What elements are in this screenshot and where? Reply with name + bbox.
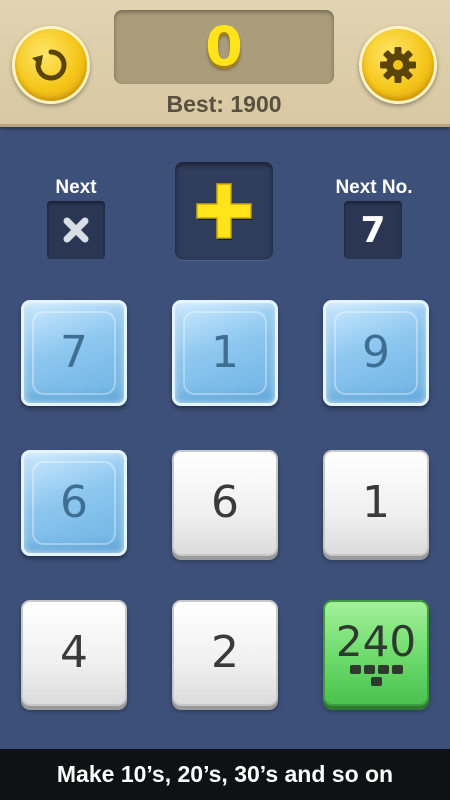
tile-ice[interactable]: 6	[21, 450, 127, 556]
tile-number[interactable]: 1	[323, 450, 429, 556]
tile-value: 9	[362, 327, 390, 378]
tile-value: 6	[211, 477, 239, 528]
tile-progress-dots	[349, 664, 403, 686]
top-bar: 0 Best: 1900	[0, 0, 450, 127]
score-value: 0	[205, 15, 243, 78]
tile-number[interactable]: 6	[172, 450, 278, 556]
settings-button[interactable]	[359, 26, 437, 104]
progress-dot	[370, 676, 382, 686]
tile-number[interactable]: 4	[21, 600, 127, 706]
restart-icon	[32, 49, 67, 81]
tile-value: 240	[335, 616, 417, 666]
current-operator-box	[175, 162, 273, 260]
gear-icon	[380, 47, 416, 83]
next-operator-label: Next	[55, 177, 97, 198]
tile-value: 1	[362, 477, 390, 528]
next-number-label: Next No.	[335, 177, 413, 198]
progress-dot	[363, 664, 375, 674]
tile-ice[interactable]: 7	[21, 300, 127, 406]
restart-button[interactable]	[12, 26, 90, 104]
tile-number[interactable]: 2	[172, 600, 278, 706]
tile-ice[interactable]: 9	[323, 300, 429, 406]
tile-green-target[interactable]: 240	[323, 600, 429, 706]
next-number-value: 7	[360, 209, 386, 251]
plus-icon	[196, 183, 252, 240]
progress-dot	[377, 664, 389, 674]
tile-value: 4	[60, 627, 88, 678]
best-score: Best: 1900	[166, 91, 282, 117]
tile-value: 1	[211, 327, 239, 378]
next-number-box: 7	[344, 201, 402, 259]
tile-value: 6	[60, 477, 88, 528]
tile-value: 2	[211, 627, 239, 678]
progress-dot	[391, 664, 403, 674]
next-operator-box	[47, 201, 105, 259]
tile-ice[interactable]: 1	[172, 300, 278, 406]
hint-text: Make 10’s, 20’s, 30’s and so on	[56, 761, 394, 787]
tile-value: 7	[60, 327, 88, 378]
multiply-icon	[63, 217, 89, 243]
hint-banner: Make 10’s, 20’s, 30’s and so on	[0, 749, 450, 800]
score-panel: 0	[114, 10, 334, 84]
progress-dot	[349, 664, 361, 674]
